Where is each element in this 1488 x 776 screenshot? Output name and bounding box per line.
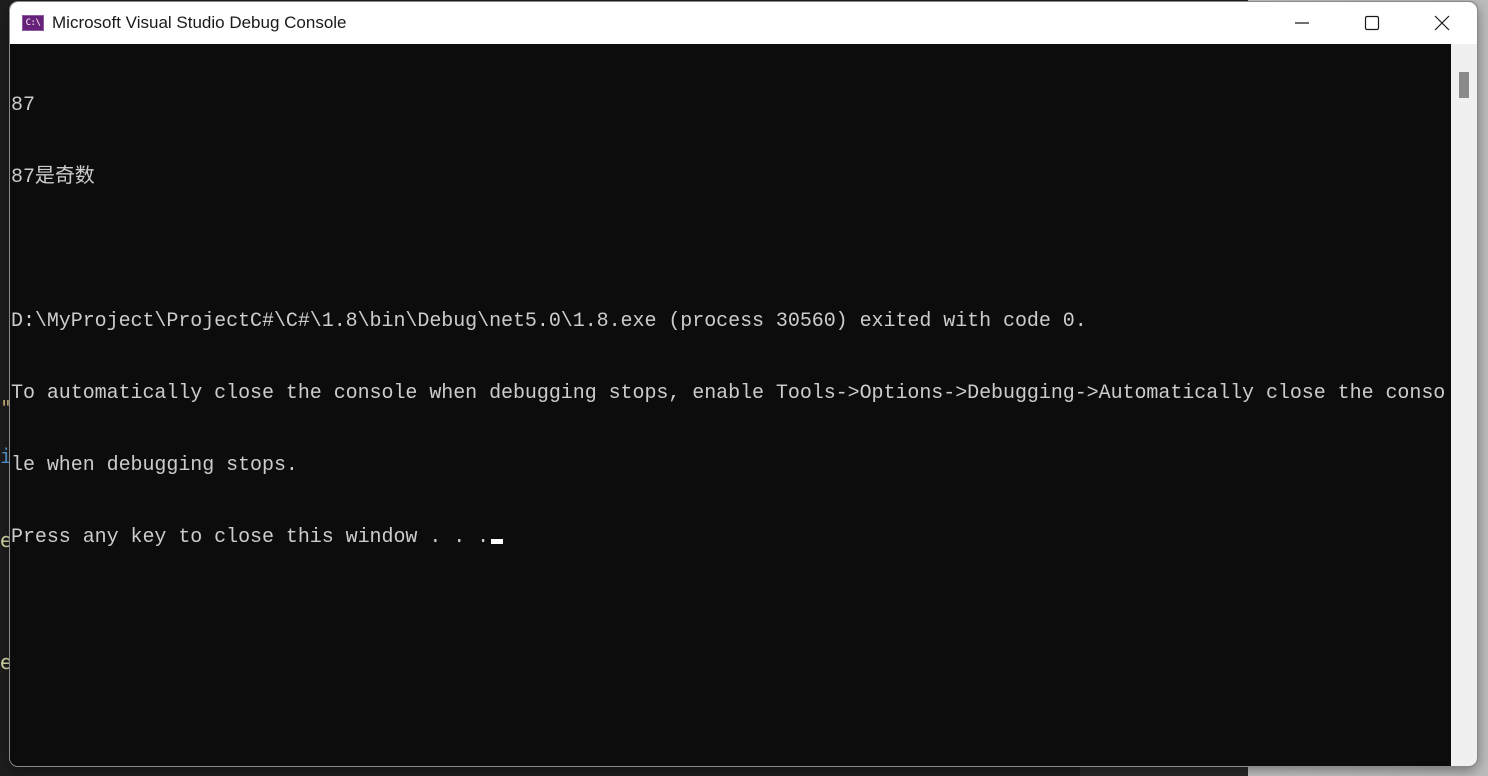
- maximize-button[interactable]: [1337, 2, 1407, 44]
- console-line: 87是奇数: [11, 166, 95, 189]
- console-app-icon: C:\: [22, 15, 44, 31]
- console-prompt-line: Press any key to close this window . . .: [11, 526, 1451, 550]
- title-bar[interactable]: C:\ Microsoft Visual Studio Debug Consol…: [10, 2, 1477, 44]
- debug-console-window: C:\ Microsoft Visual Studio Debug Consol…: [10, 2, 1477, 766]
- minimize-icon: [1295, 22, 1309, 24]
- console-output[interactable]: 87 87是奇数 D:\MyProject\ProjectC#\C#\1.8\b…: [10, 44, 1451, 766]
- vertical-scrollbar[interactable]: [1451, 44, 1477, 766]
- console-line: le when debugging stops.: [11, 454, 298, 477]
- console-line: 87: [11, 94, 35, 117]
- close-icon: [1434, 15, 1450, 31]
- console-line: D:\MyProject\ProjectC#\C#\1.8\bin\Debug\…: [11, 310, 1087, 333]
- console-prompt-text: Press any key to close this window . . .: [11, 526, 490, 549]
- text-cursor: [491, 539, 504, 544]
- scrollbar-thumb[interactable]: [1459, 72, 1469, 98]
- caption-buttons: [1267, 2, 1477, 44]
- console-line: To automatically close the console when …: [11, 382, 1446, 405]
- maximize-icon: [1364, 15, 1380, 31]
- close-button[interactable]: [1407, 2, 1477, 44]
- minimize-button[interactable]: [1267, 2, 1337, 44]
- window-title: Microsoft Visual Studio Debug Console: [52, 13, 347, 32]
